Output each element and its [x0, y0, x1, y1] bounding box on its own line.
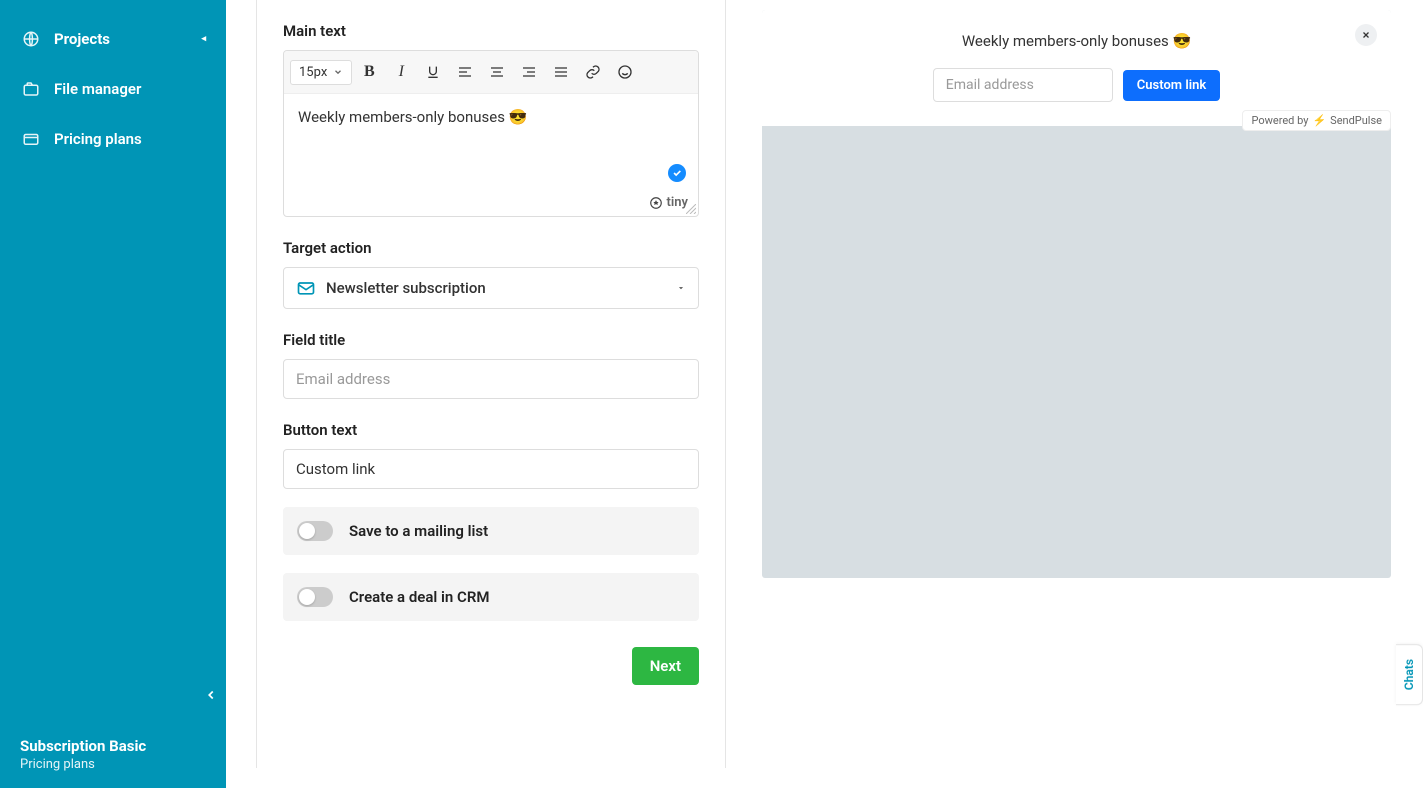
subscription-title: Subscription Basic [20, 737, 146, 755]
next-button[interactable]: Next [632, 647, 699, 685]
envelope-icon [296, 278, 316, 298]
close-icon [1361, 30, 1371, 40]
main-content: Main text 15px B I [226, 0, 1423, 788]
tiny-brand[interactable]: tiny [649, 195, 688, 210]
toggle-row-crm: Create a deal in CRM [283, 573, 699, 621]
font-size-select[interactable]: 15px [290, 60, 352, 85]
caret-left-icon: ◂ [201, 34, 206, 44]
editor-content: Weekly members-only bonuses 😎 [298, 108, 527, 126]
chevron-down-icon [333, 67, 343, 77]
bold-button[interactable]: B [354, 57, 384, 87]
underline-button[interactable] [418, 57, 448, 87]
globe-icon [20, 28, 42, 50]
button-text-label: Button text [283, 421, 699, 439]
field-title-label: Field title [283, 331, 699, 349]
toggle-crm-label: Create a deal in CRM [349, 588, 489, 606]
link-button[interactable] [578, 57, 608, 87]
powered-by-badge[interactable]: Powered by ⚡ SendPulse [1242, 110, 1391, 131]
sidebar-item-file-manager[interactable]: File manager [0, 64, 226, 114]
folder-icon [20, 78, 42, 100]
preview-canvas: Weekly members-only bonuses 😎 Custom lin… [762, 10, 1391, 578]
caret-down-icon [676, 283, 686, 293]
editor-toolbar: 15px B I [284, 51, 698, 94]
check-badge-icon [668, 164, 686, 182]
editor-column: Main text 15px B I [226, 0, 756, 788]
sidebar-item-label: File manager [54, 80, 141, 98]
chats-tab[interactable]: Chats [1396, 644, 1423, 705]
sidebar-footer: Subscription Basic Pricing plans [20, 737, 146, 772]
powered-prefix: Powered by [1251, 114, 1308, 127]
align-right-button[interactable] [514, 57, 544, 87]
sidebar-item-label: Projects [54, 30, 110, 48]
resize-handle-icon[interactable] [686, 204, 696, 214]
editor-textarea[interactable]: Weekly members-only bonuses 😎 tiny [284, 94, 698, 216]
sidebar-item-label: Pricing plans [54, 130, 142, 148]
button-text-input[interactable] [283, 449, 699, 489]
subscription-link[interactable]: Pricing plans [20, 757, 146, 772]
preview-close-button[interactable] [1355, 24, 1377, 46]
preview-card: Weekly members-only bonuses 😎 Custom lin… [762, 10, 1391, 126]
font-size-value: 15px [299, 65, 327, 80]
sidebar-item-projects[interactable]: Projects ◂ [0, 14, 226, 64]
powered-brand: SendPulse [1330, 114, 1382, 127]
sidebar-nav: Projects ◂ File manager Pricing plans [0, 0, 226, 164]
target-action-value: Newsletter subscription [326, 279, 486, 297]
align-justify-button[interactable] [546, 57, 576, 87]
card-icon [20, 128, 42, 150]
sidebar-collapse-button[interactable] [204, 688, 218, 702]
rich-editor: 15px B I [283, 50, 699, 217]
bolt-icon: ⚡ [1312, 114, 1326, 127]
main-text-label: Main text [283, 0, 699, 40]
tiny-brand-text: tiny [667, 195, 688, 210]
preview-title: Weekly members-only bonuses 😎 [782, 32, 1371, 50]
target-action-select[interactable]: Newsletter subscription [283, 267, 699, 309]
toggle-mailing-label: Save to a mailing list [349, 522, 488, 540]
preview-email-input[interactable] [933, 68, 1113, 102]
align-center-button[interactable] [482, 57, 512, 87]
align-left-button[interactable] [450, 57, 480, 87]
sidebar: Projects ◂ File manager Pricing plans Su… [0, 0, 226, 788]
toggle-crm-deal[interactable] [297, 587, 333, 607]
toggle-mailing-list[interactable] [297, 521, 333, 541]
preview-submit-button[interactable]: Custom link [1123, 70, 1220, 101]
target-action-label: Target action [283, 239, 699, 257]
emoji-button[interactable] [610, 57, 640, 87]
field-title-input[interactable] [283, 359, 699, 399]
sidebar-item-pricing-plans[interactable]: Pricing plans [0, 114, 226, 164]
preview-column: Weekly members-only bonuses 😎 Custom lin… [756, 0, 1423, 788]
italic-button[interactable]: I [386, 57, 416, 87]
toggle-row-mailing: Save to a mailing list [283, 507, 699, 555]
preview-form: Custom link [782, 68, 1371, 102]
tiny-logo-icon [649, 196, 663, 210]
